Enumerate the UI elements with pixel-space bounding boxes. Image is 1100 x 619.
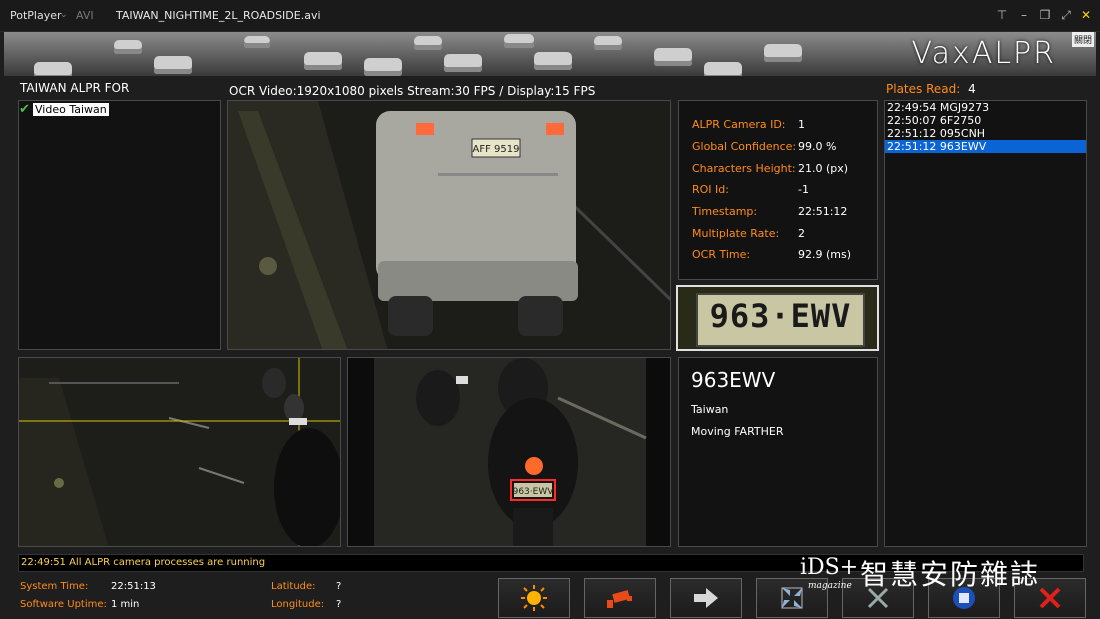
info-row-camera-id: ALPR Camera ID: 1: [692, 118, 805, 131]
watermark-sub: magazine: [808, 581, 852, 591]
magazine-watermark: iDS+ magazine 智慧安防雜誌: [800, 555, 1070, 595]
tree-item-label: Video Taiwan: [33, 102, 109, 116]
info-row-confidence: Global Confidence: 99.0 %: [692, 140, 837, 153]
info-row-ocr-time: OCR Time: 92.9 (ms): [692, 248, 852, 261]
restore-icon[interactable]: ❐: [1037, 7, 1053, 23]
result-direction: Moving FARTHER: [691, 425, 784, 438]
main-video-scene: AFF 9519: [228, 101, 670, 349]
format-label: AVI: [76, 9, 94, 22]
maximize-icon[interactable]: ⤢: [1058, 7, 1074, 23]
tree-item-video-taiwan[interactable]: ✔ Video Taiwan: [19, 101, 109, 117]
arrow-right-icon: [694, 588, 718, 608]
next-button[interactable]: [670, 578, 742, 618]
close-label[interactable]: 關閉: [1071, 32, 1094, 47]
secondary-video-scene: [19, 358, 340, 546]
alpr-info-panel: ALPR Camera ID: 1 Global Confidence: 99.0 …: [678, 100, 878, 280]
close-icon[interactable]: ✕: [1078, 7, 1094, 23]
app-name[interactable]: PotPlayer: [10, 9, 62, 22]
title-bar: PotPlayer ⌄ AVI TAIWAN_NIGHTIME_2L_ROADS…: [0, 0, 1100, 32]
brightness-button[interactable]: [498, 578, 570, 618]
watermark-brand: iDS+: [800, 555, 859, 580]
main-plate-text: AFF 9519: [473, 144, 520, 155]
video-header: OCR Video:1920x1080 pixels Stream:30 FPS…: [229, 84, 596, 98]
latitude-label: Latitude:: [271, 581, 316, 592]
camera-button[interactable]: [584, 578, 656, 618]
minimize-icon[interactable]: –: [1016, 7, 1032, 23]
sun-icon: [521, 585, 547, 611]
longitude-value: ?: [336, 599, 342, 610]
vaxalpr-logo: VaxALPR: [911, 36, 1056, 71]
pin-icon[interactable]: ⊤: [994, 7, 1010, 23]
moto-plate-text: 963·EWV: [513, 487, 555, 497]
main-video-frame[interactable]: AFF 9519: [227, 100, 671, 350]
system-time-label: System Time:: [20, 581, 89, 592]
plate-crop-image: 963·EWV: [676, 285, 879, 351]
watermark-chinese: 智慧安防雜誌: [860, 558, 1041, 591]
info-row-multiplate: Multiplate Rate: 2: [692, 227, 805, 240]
motorcycle-video-scene: 963·EWV: [348, 358, 670, 546]
info-row-roi-id: ROI Id: -1: [692, 183, 809, 196]
list-item[interactable]: 22:49:54 MGJ9273: [885, 101, 1086, 114]
uptime-value: 1 min: [111, 599, 140, 610]
list-item[interactable]: 22:51:12 095CNH: [885, 127, 1086, 140]
info-row-char-height: Characters Height: 21.0 (px): [692, 162, 849, 175]
longitude-label: Longitude:: [271, 599, 325, 610]
camera-tree-panel: ✔ Video Taiwan: [18, 100, 221, 350]
list-item[interactable]: 22:50:07 6F2750: [885, 114, 1086, 127]
system-time-value: 22:51:13: [111, 581, 156, 592]
chevron-down-icon[interactable]: ⌄: [60, 10, 68, 20]
left-panel-header: TAIWAN ALPR FOR: [20, 81, 130, 95]
result-country: Taiwan: [691, 403, 729, 416]
list-item-selected[interactable]: 22:51:12 963EWV: [885, 140, 1086, 153]
checkmark-icon: ✔: [19, 101, 30, 117]
result-panel: 963EWV Taiwan Moving FARTHER: [678, 357, 878, 547]
header-banner: VaxALPR 關閉: [4, 32, 1096, 76]
plates-read-label: Plates Read:: [886, 82, 961, 96]
motorcycle-video-frame[interactable]: 963·EWV: [347, 357, 671, 547]
plate-crop-text: 963·EWV: [709, 297, 852, 335]
result-plate: 963EWV: [691, 368, 776, 392]
file-name: TAIWAN_NIGHTIME_2L_ROADSIDE.avi: [116, 9, 321, 22]
uptime-label: Software Uptime:: [20, 599, 107, 610]
status-message: 22:49:51 All ALPR camera processes are r…: [21, 557, 266, 568]
camera-icon: [607, 590, 632, 608]
latitude-value: ?: [336, 581, 342, 592]
secondary-video-frame[interactable]: [18, 357, 341, 547]
plates-read-count: 4: [968, 82, 976, 96]
plates-read-list[interactable]: 22:49:54 MGJ9273 22:50:07 6F2750 22:51:1…: [884, 100, 1087, 547]
plates-read-header: Plates Read: 4: [886, 82, 976, 96]
info-row-timestamp: Timestamp: 22:51:12: [692, 205, 848, 218]
